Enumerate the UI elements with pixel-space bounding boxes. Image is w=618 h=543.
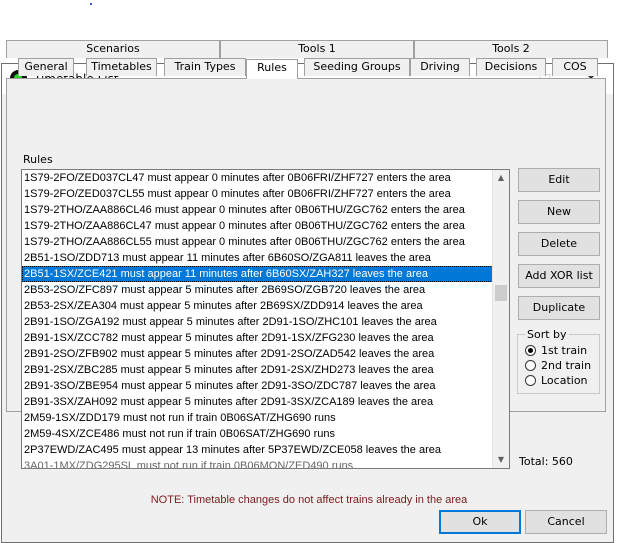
rule-list-item[interactable]: 2B91-2SO/ZFB902 must appear 5 minutes af… <box>22 346 493 362</box>
tab-decisions[interactable]: Decisions <box>476 58 546 76</box>
rule-list-item[interactable]: 1S79-2THO/ZAA886CL55 must appear 0 minut… <box>22 234 493 250</box>
rule-list-item[interactable]: 2B91-2SX/ZBC285 must appear 5 minutes af… <box>22 362 493 378</box>
sort-option-2nd-train[interactable]: 2nd train <box>525 358 591 373</box>
rules-label: Rules <box>23 153 53 166</box>
rule-list-item[interactable]: 2M59-4SX/ZCE486 must not run if train 0B… <box>22 426 493 442</box>
add-xor-list-button[interactable]: Add XOR list <box>518 264 600 288</box>
tab-cos[interactable]: COS <box>552 58 598 76</box>
sort-option-location[interactable]: Location <box>525 373 588 388</box>
duplicate-button[interactable]: Duplicate <box>518 296 600 320</box>
rule-list-item[interactable]: 2M59-1SX/ZDD179 must not run if train 0B… <box>22 410 493 426</box>
scroll-down-icon[interactable]: ▼ <box>493 452 509 468</box>
rule-list-item[interactable]: 3A01-1MX/ZDG295SL must not run if train … <box>22 458 493 468</box>
cancel-button[interactable]: Cancel <box>525 510 607 534</box>
rules-listbox[interactable]: 1S79-2FO/ZED037CL47 must appear 0 minute… <box>21 169 510 469</box>
edit-button[interactable]: Edit <box>518 168 600 192</box>
rule-list-item[interactable]: 2B53-2SX/ZEA304 must appear 5 minutes af… <box>22 298 493 314</box>
rule-list-item[interactable]: 2B51-1SO/ZDD713 must appear 11 minutes a… <box>22 250 493 266</box>
rule-list-item[interactable]: 2B91-1SX/ZCC782 must appear 5 minutes af… <box>22 330 493 346</box>
new-button[interactable]: New <box>518 200 600 224</box>
rule-list-item[interactable]: 1S79-2FO/ZED037CL47 must appear 0 minute… <box>22 170 493 186</box>
ok-button[interactable]: Ok <box>439 510 521 534</box>
delete-button[interactable]: Delete <box>518 232 600 256</box>
radio-icon[interactable] <box>525 374 536 386</box>
tab-tools-2[interactable]: Tools 2 <box>414 40 608 58</box>
sort-option-label: 2nd train <box>541 359 592 372</box>
tab-driving[interactable]: Driving <box>410 58 470 76</box>
rule-list-item[interactable]: 2P37EWD/ZAC495 must appear 13 minutes af… <box>22 442 493 458</box>
rule-list-item[interactable]: 1S79-2THO/ZAA886CL47 must appear 0 minut… <box>22 218 493 234</box>
rule-list-item[interactable]: 1S79-2FO/ZED037CL55 must appear 0 minute… <box>22 186 493 202</box>
sort-option-1st-train[interactable]: 1st train <box>525 343 587 358</box>
radio-icon[interactable] <box>525 359 536 371</box>
rule-list-item[interactable]: 2B91-1SO/ZGA192 must appear 5 minutes af… <box>22 314 493 330</box>
tab-strip: Scenarios Tools 1 Tools 2 General Timeta… <box>6 40 608 79</box>
rule-list-item[interactable]: 2B91-3SO/ZBE954 must appear 5 minutes af… <box>22 378 493 394</box>
sort-option-label: Location <box>541 374 588 387</box>
sort-by-title: Sort by <box>525 328 569 341</box>
total-count: Total: 560 <box>519 455 573 468</box>
tab-timetables[interactable]: Timetables <box>86 58 157 76</box>
scroll-thumb[interactable] <box>495 285 507 301</box>
rule-list-item[interactable]: 2B53-2SO/ZFC897 must appear 5 minutes af… <box>22 282 493 298</box>
sort-option-label: 1st train <box>541 344 588 357</box>
radio-selected-icon[interactable] <box>525 344 536 356</box>
rule-list-item[interactable]: 2B91-3SX/ZAH092 must appear 5 minutes af… <box>22 394 493 410</box>
rules-scrollbar[interactable]: ▲ ▼ <box>492 170 509 468</box>
rule-list-item[interactable]: 1S79-2THO/ZAA886CL46 must appear 0 minut… <box>22 202 493 218</box>
scroll-up-icon[interactable]: ▲ <box>493 170 509 186</box>
tab-train-types[interactable]: Train Types <box>164 58 246 76</box>
blue-dot-artifact <box>90 3 92 5</box>
tab-scenarios[interactable]: Scenarios <box>6 40 220 58</box>
tab-general[interactable]: General <box>18 58 74 76</box>
tab-seeding-groups[interactable]: Seeding Groups <box>304 58 410 76</box>
rules-list: 1S79-2FO/ZED037CL47 must appear 0 minute… <box>22 170 493 468</box>
rule-list-item[interactable]: 2B51-1SX/ZCE421 must appear 11 minutes a… <box>22 266 493 282</box>
timetable-note: NOTE: Timetable changes do not affect tr… <box>150 494 468 506</box>
tab-tools-1[interactable]: Tools 1 <box>220 40 414 58</box>
tab-rules[interactable]: Rules <box>246 59 298 79</box>
